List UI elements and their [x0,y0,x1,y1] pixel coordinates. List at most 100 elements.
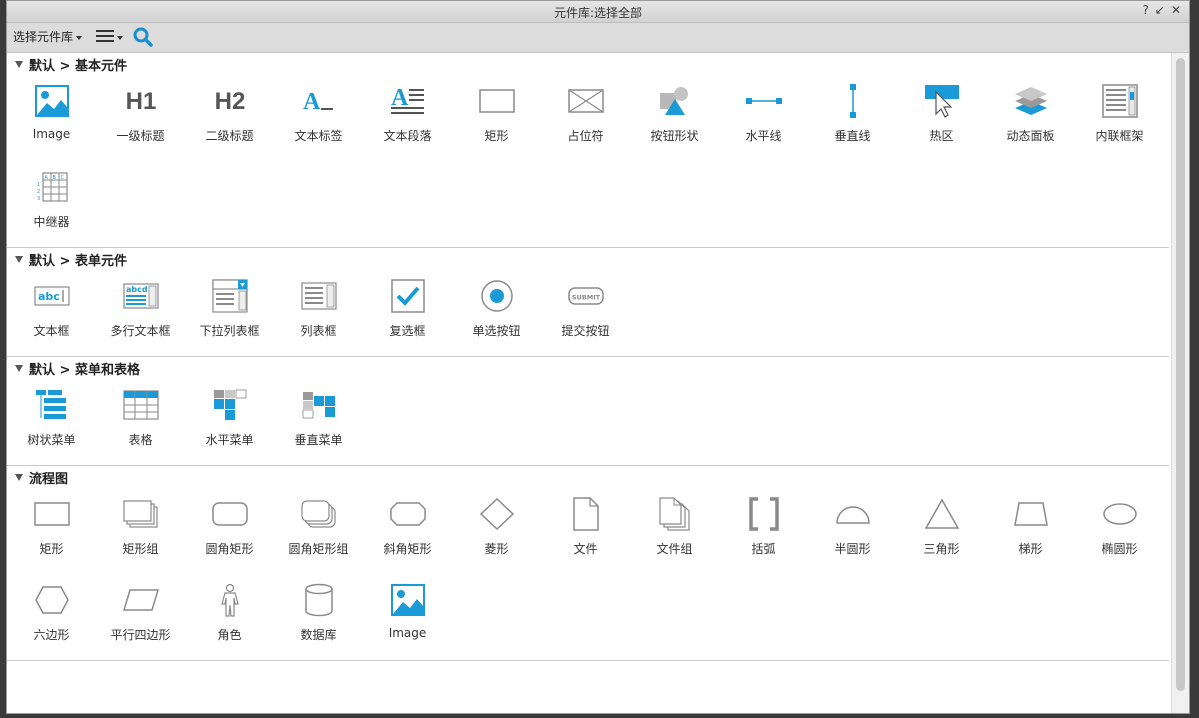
widget-item[interactable]: 平行四边形 [96,574,185,660]
widget-item[interactable]: A 文本段落 [363,75,452,161]
flow-actor-icon [208,580,252,620]
menu-button[interactable] [95,28,123,44]
help-icon[interactable]: ? [1143,3,1149,17]
widget-item[interactable]: Image [363,574,452,660]
section-title: 默认 > 基本元件 [29,58,127,74]
widget-grid: 树状菜单 表格 水平菜单 垂直菜单 [7,379,1169,465]
section-header[interactable]: 默认 > 菜单和表格 [7,357,1169,379]
section-0: 默认 > 基本元件 Image H1 一级标题 H2 二级标题 A 文本标签 A 文本段落 矩形 占位… [7,53,1169,248]
flow-diamond-icon [475,494,519,534]
flow-bevel-rectangle-icon [386,494,430,534]
widget-item[interactable]: 文件组 [630,488,719,574]
widget-item[interactable]: 角色 [185,574,274,660]
chevron-down-icon [117,35,123,40]
horizontal-menu-icon [208,385,252,425]
widget-label: 占位符 [567,129,604,143]
widget-item[interactable]: 椭圆形 [1075,488,1164,574]
svg-text:abc: abc [38,290,60,303]
widget-label: 树状菜单 [27,433,76,447]
widget-label: 二级标题 [205,129,254,143]
toolbar: 选择元件库 [7,23,1189,53]
widget-item[interactable]: H2 二级标题 [185,75,274,161]
svg-text:3: 3 [37,196,40,202]
widget-item[interactable]: 单选按钮 [452,270,541,356]
scrollbar[interactable] [1171,53,1189,713]
widget-item[interactable]: 半圆形 [808,488,897,574]
widget-label: 一级标题 [116,129,165,143]
droplist-icon [208,276,252,316]
text-area-icon: abcd [119,276,163,316]
widget-item[interactable]: 垂直线 [808,75,897,161]
widget-item[interactable]: 复选框 [363,270,452,356]
widget-item[interactable]: 菱形 [452,488,541,574]
svg-text:B: B [52,175,56,181]
widget-label: 提交按钮 [561,324,610,338]
widget-item[interactable]: 列表框 [274,270,363,356]
widget-item[interactable]: 下拉列表框 [185,270,274,356]
svg-text:H2: H2 [214,88,245,115]
widget-item[interactable]: abcd 多行文本框 [96,270,185,356]
widget-item[interactable]: 水平菜单 [185,379,274,465]
widget-item[interactable]: 热区 [897,75,986,161]
image-icon [386,580,430,620]
svg-text:abcd: abcd [126,285,148,294]
widget-item[interactable]: A 文本标签 [274,75,363,161]
section-title: 默认 > 菜单和表格 [29,362,140,378]
widget-item[interactable]: 括弧 [719,488,808,574]
radio-button-icon [475,276,519,316]
scrollbar-thumb[interactable] [1176,58,1185,691]
widget-item[interactable]: 文件 [541,488,630,574]
widget-label: 列表框 [300,324,337,338]
collapse-icon[interactable]: ↙ [1155,3,1165,17]
widget-item[interactable]: 内联框架 [1075,75,1164,161]
widget-item[interactable]: 圆角矩形 [185,488,274,574]
widget-item[interactable]: 水平线 [719,75,808,161]
flow-triangle-icon [920,494,964,534]
widget-item[interactable]: 三角形 [897,488,986,574]
widget-item[interactable]: 数据库 [274,574,363,660]
section-header[interactable]: 流程图 [7,466,1169,488]
widget-label: 圆角矩形组 [288,542,349,556]
widget-item[interactable]: 圆角矩形组 [274,488,363,574]
collapse-triangle-icon [15,364,23,372]
section-header[interactable]: 默认 > 基本元件 [7,53,1169,75]
widget-label: 中继器 [33,215,70,229]
widget-item[interactable]: SUBMIT 提交按钮 [541,270,630,356]
widget-item[interactable]: 按钮形状 [630,75,719,161]
widget-item[interactable]: abc 文本框 [7,270,96,356]
widget-label: 菱形 [484,542,509,556]
widget-item[interactable]: 矩形 [452,75,541,161]
search-button[interactable] [132,26,154,52]
widget-label: 六边形 [33,628,70,642]
widget-item[interactable]: H1 一级标题 [96,75,185,161]
widget-label: 角色 [217,628,242,642]
widget-item[interactable]: Image [7,75,96,161]
widget-item[interactable]: 梯形 [986,488,1075,574]
widget-item[interactable]: 动态面板 [986,75,1075,161]
widget-item[interactable]: 矩形组 [96,488,185,574]
widget-panel: 默认 > 基本元件 Image H1 一级标题 H2 二级标题 A 文本标签 A 文本段落 矩形 占位… [7,53,1173,713]
widget-item[interactable]: 垂直菜单 [274,379,363,465]
flow-database-icon [297,580,341,620]
collapse-triangle-icon [15,473,23,481]
widget-item[interactable]: 六边形 [7,574,96,660]
widget-item[interactable]: 树状菜单 [7,379,96,465]
widget-item[interactable]: 斜角矩形 [363,488,452,574]
widget-item[interactable]: 矩形 [7,488,96,574]
vertical-menu-icon [297,385,341,425]
horizontal-line-icon [742,81,786,121]
text-label-icon: A [297,81,341,121]
widget-item[interactable]: 占位符 [541,75,630,161]
flow-rectangle-icon [30,494,74,534]
close-icon[interactable]: ✕ [1171,3,1181,17]
text-paragraph-icon: A [386,81,430,121]
checkbox-icon [386,276,430,316]
vertical-line-icon [831,81,875,121]
section-header[interactable]: 默认 > 表单元件 [7,248,1169,270]
library-select[interactable]: 选择元件库 [13,28,83,45]
widget-label: 文本框 [33,324,70,338]
widget-item[interactable]: 表格 [96,379,185,465]
widget-grid: abc 文本框 abcd 多行文本框 下拉列表框 列表框 复选框 单选按钮 SUBMIT 提交按钮 [7,270,1169,356]
chevron-down-icon [76,36,83,40]
widget-item[interactable]: A B C 1 2 3 中继器 [7,161,96,247]
